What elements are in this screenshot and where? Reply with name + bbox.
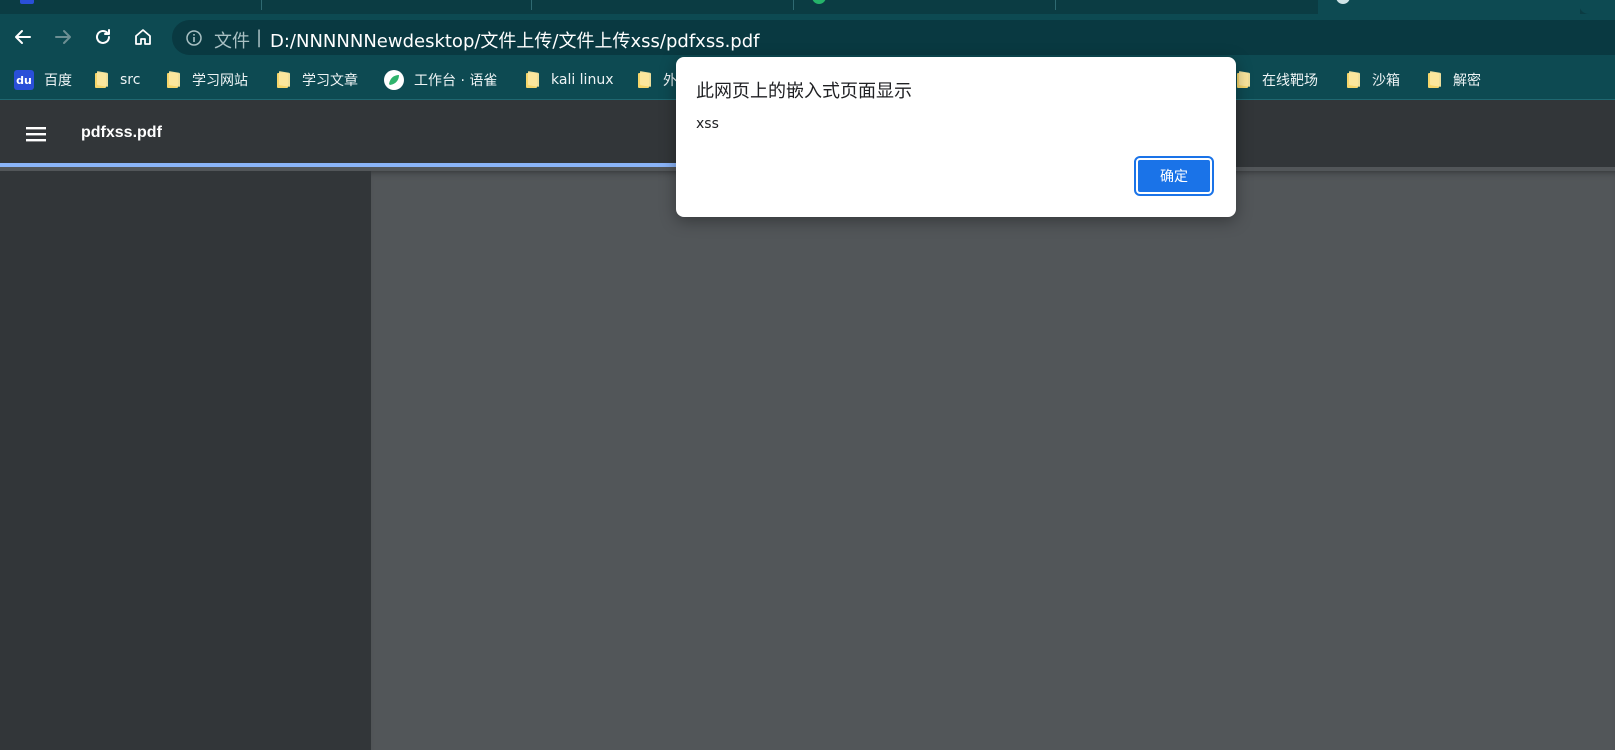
bookmark-label: 沙箱 (1372, 73, 1400, 89)
bookmark-folder[interactable]: 外 (638, 69, 677, 91)
folder-icon (1237, 72, 1251, 88)
address-bar[interactable]: 文件 | D:/NNNNNNewdesktop/文件上传/文件上传xss/pdf… (172, 20, 1615, 55)
folder-icon (1347, 72, 1361, 88)
tab-active[interactable] (1318, 0, 1580, 14)
baidu-tab-icon (20, 0, 34, 4)
folder-icon (526, 72, 540, 88)
bookmark-item[interactable]: du 百度 (14, 69, 72, 91)
hamburger-icon (26, 127, 46, 142)
bookmark-label: 学习网站 (192, 73, 248, 89)
browser-toolbar: 文件 | D:/NNNNNNewdesktop/文件上传/文件上传xss/pdf… (0, 14, 1615, 60)
folder-icon (277, 72, 291, 88)
pdf-sidebar (0, 171, 371, 750)
bookmark-folder[interactable]: 学习网站 (167, 69, 248, 91)
bookmark-label: 解密 (1453, 73, 1481, 89)
bookmark-folder[interactable]: 沙箱 (1347, 69, 1400, 91)
menu-button[interactable] (24, 122, 48, 146)
scheme-separator: | (256, 27, 263, 48)
load-progress-bar (0, 163, 679, 167)
bookmark-label: 在线靶场 (1262, 73, 1318, 89)
bookmark-folder[interactable]: 学习文章 (277, 69, 358, 91)
page-tab-icon (1336, 0, 1350, 4)
ok-button[interactable]: 确定 (1134, 156, 1214, 196)
bookmark-folder[interactable]: kali linux (526, 69, 613, 91)
bookmark-label: kali linux (551, 72, 614, 88)
bookmark-label: 外 (663, 73, 677, 89)
info-icon[interactable] (185, 29, 203, 51)
bookmark-item[interactable]: 工作台 · 语雀 (384, 69, 497, 91)
folder-icon (1428, 72, 1442, 88)
tab-strip (0, 0, 1615, 14)
tab[interactable] (794, 0, 1056, 14)
bookmark-folder[interactable]: 解密 (1428, 69, 1481, 91)
tab[interactable] (532, 0, 794, 14)
url-text[interactable]: D:/NNNNNNewdesktop/文件上传/文件上传xss/pdfxss.p… (270, 27, 759, 53)
yuque-icon (384, 70, 404, 90)
tab[interactable] (1056, 0, 1318, 14)
shield-tab-icon (812, 0, 826, 4)
tab-search-button[interactable] (1579, 0, 1615, 14)
scheme-label: 文件 (214, 31, 250, 52)
tab[interactable] (270, 0, 532, 14)
folder-icon (167, 72, 181, 88)
home-button[interactable] (129, 23, 157, 51)
alert-dialog: 此网页上的嵌入式页面显示 xss 确定 (676, 57, 1236, 217)
folder-icon (638, 72, 652, 88)
tab[interactable] (0, 0, 262, 14)
reload-icon (96, 29, 110, 44)
back-button[interactable] (9, 23, 37, 51)
dialog-message: xss (696, 116, 719, 132)
reload-button[interactable] (89, 23, 117, 51)
arrow-left-icon (15, 30, 31, 44)
forward-button[interactable] (49, 23, 77, 51)
bookmark-label: 百度 (44, 73, 72, 89)
arrow-right-icon (55, 30, 71, 44)
baidu-icon: du (14, 70, 34, 90)
bookmark-folder[interactable]: 在线靶场 (1237, 69, 1318, 91)
tab-divider (261, 0, 262, 10)
dialog-title: 此网页上的嵌入式页面显示 (696, 81, 912, 102)
bookmark-folder[interactable]: src (95, 69, 140, 91)
pdf-canvas (371, 171, 1615, 750)
bookmark-label: 工作台 · 语雀 (414, 73, 498, 89)
bookmark-label: 学习文章 (302, 73, 358, 89)
pdf-file-name: pdfxss.pdf (81, 124, 162, 141)
home-icon (135, 29, 151, 45)
bookmark-label: src (120, 72, 141, 88)
folder-icon (95, 72, 109, 88)
